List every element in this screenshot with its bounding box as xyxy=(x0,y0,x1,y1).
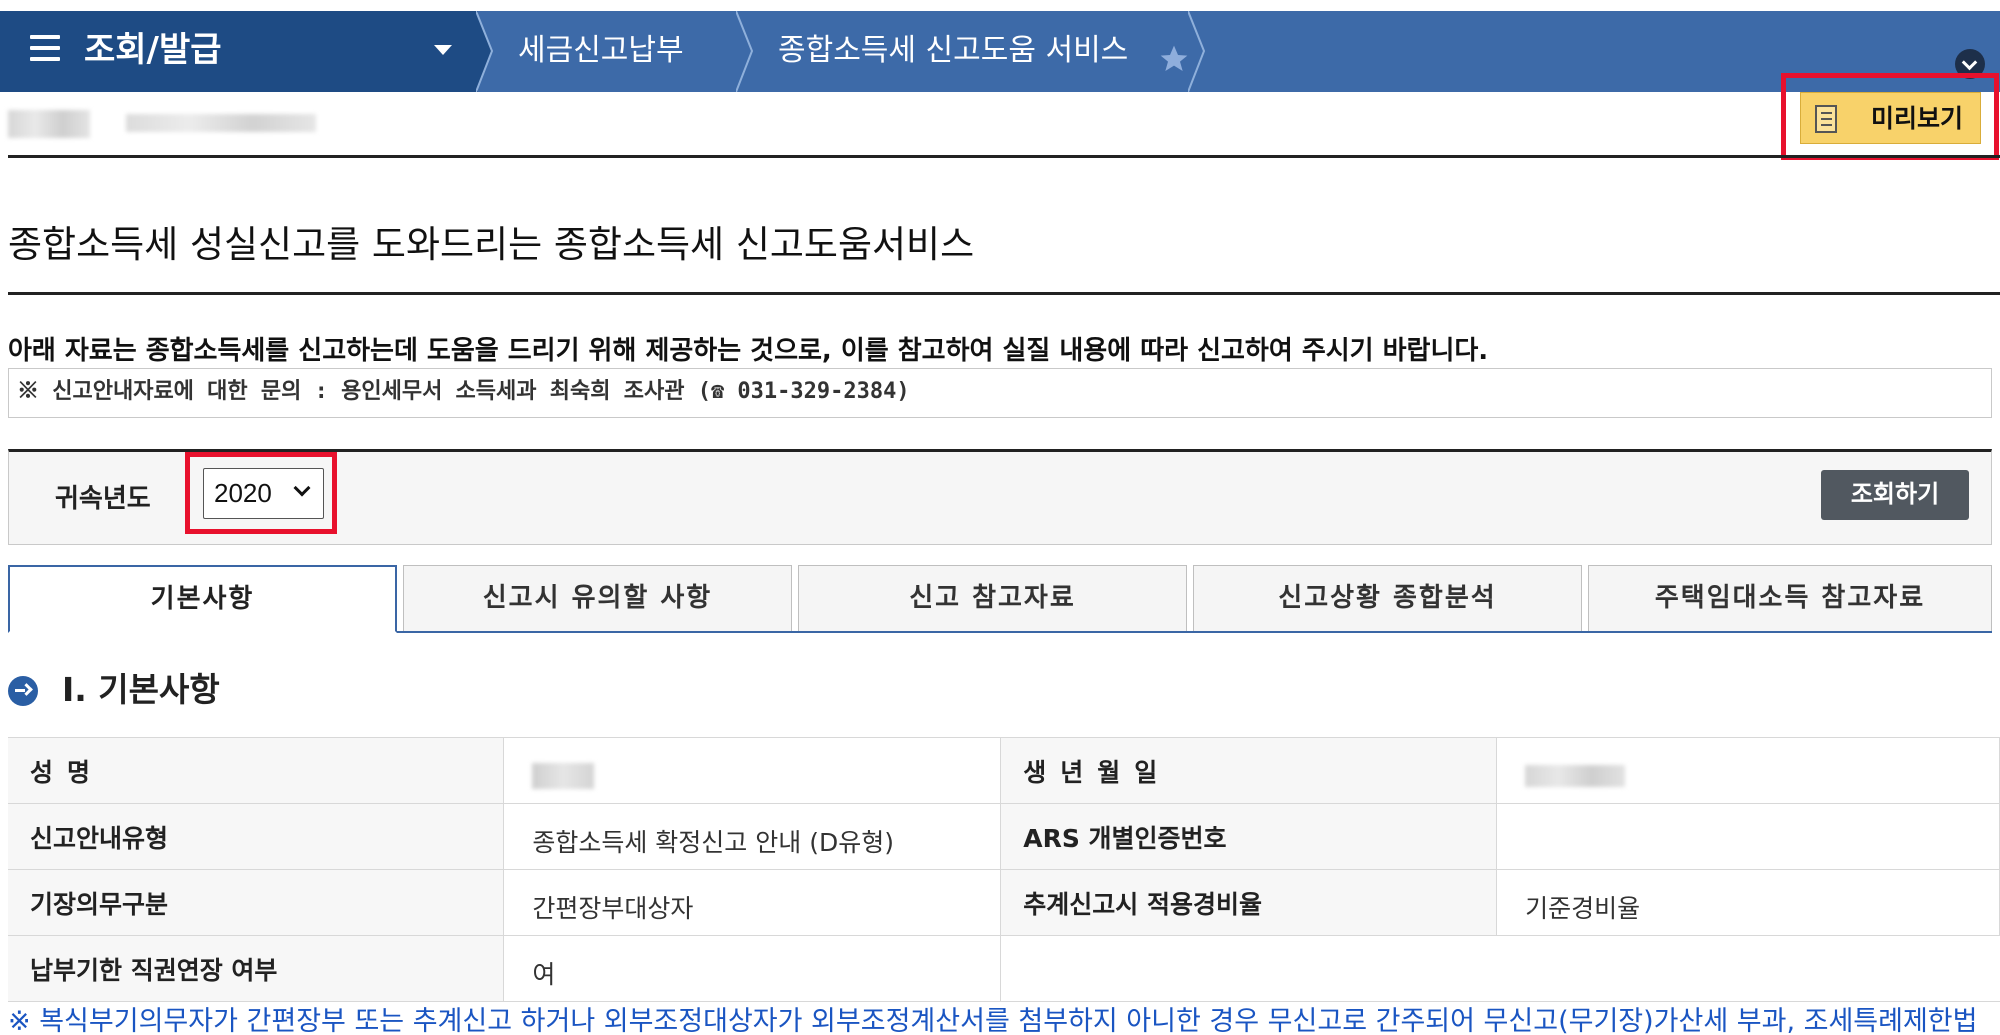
year-select-value: 2020 xyxy=(214,478,272,508)
breadcrumb-tax-filing[interactable]: 세금신고납부 xyxy=(518,29,684,73)
redacted-user-info xyxy=(8,110,90,138)
preview-button[interactable]: 미리보기 xyxy=(1800,92,1981,144)
section-title: Ⅰ. 기본사항 xyxy=(62,670,220,709)
document-icon xyxy=(1815,105,1837,133)
footnote-text: ※ 복식부기의무자가 간편장부 또는 추계신고 하거나 외부조정대상자가 외부조… xyxy=(8,1006,1978,1035)
empty-cell xyxy=(1496,935,2000,1002)
value-bookkeeping-type: 간편장부대상자 xyxy=(503,869,1002,936)
tab-filing-precautions[interactable]: 신고시 유의할 사항 xyxy=(403,565,792,631)
breadcrumb-separator xyxy=(736,11,766,92)
top-navigation-bar: 조회/발급 세금신고납부 종합소득세 신고도움 서비스 xyxy=(0,11,2000,92)
menu-dropdown[interactable]: 조회/발급 xyxy=(0,11,478,92)
tab-basic-info[interactable]: 기본사항 xyxy=(8,565,397,633)
caret-down-icon[interactable] xyxy=(434,45,452,55)
hamburger-icon[interactable] xyxy=(30,35,60,65)
label-birthdate: 생년월일 xyxy=(1000,737,1497,804)
menu-title[interactable]: 조회/발급 xyxy=(84,27,222,73)
year-filter-label: 귀속년도 xyxy=(55,484,151,514)
label-deadline-extension: 납부기한 직권연장 여부 xyxy=(8,935,504,1002)
chevron-down-icon xyxy=(293,479,311,497)
redacted-birthdate xyxy=(1525,765,1626,787)
inquiry-box: ※ 신고안내자료에 대한 문의 : 용인세무서 소득세과 최숙희 조사관 (☎ … xyxy=(8,368,1992,418)
breadcrumb-service[interactable]: 종합소득세 신고도움 서비스 xyxy=(778,29,1128,73)
star-icon[interactable] xyxy=(1158,43,1190,75)
table-row: 기장의무구분 간편장부대상자 추계신고시 적용경비율 기준경비율 xyxy=(8,869,2000,936)
redacted-name xyxy=(532,763,595,789)
breadcrumb-separator xyxy=(1188,11,1218,92)
table-row: 성명 생년월일 xyxy=(8,737,2000,804)
value-ars-number xyxy=(1496,803,2000,870)
tab-bar: 기본사항 신고시 유의할 사항 신고 참고자료 신고상황 종합분석 주택임대소득… xyxy=(8,565,1992,633)
arrow-circle-icon xyxy=(8,676,38,706)
tab-housing-rental-reference[interactable]: 주택임대소득 참고자료 xyxy=(1588,565,1992,631)
basic-info-table: 성명 생년월일 신고안내유형 종합소득세 확정신고 안내 (D유형) ARS 개… xyxy=(8,737,2000,1002)
table-row: 납부기한 직권연장 여부 여 xyxy=(8,935,2000,1002)
empty-cell xyxy=(1000,935,1497,1002)
page-title: 종합소득세 성실신고를 도와드리는 종합소득세 신고도움서비스 xyxy=(8,223,975,266)
table-row: 신고안내유형 종합소득세 확정신고 안내 (D유형) ARS 개별인증번호 xyxy=(8,803,2000,870)
label-bookkeeping-type: 기장의무구분 xyxy=(8,869,504,936)
preview-button-label: 미리보기 xyxy=(1871,104,1964,133)
value-expense-rate: 기준경비율 xyxy=(1496,869,2000,936)
label-ars-number: ARS 개별인증번호 xyxy=(1000,803,1497,870)
redacted-user-info xyxy=(126,114,316,132)
tab-filing-reference[interactable]: 신고 참고자료 xyxy=(798,565,1187,631)
breadcrumb-separator xyxy=(476,11,506,92)
value-name xyxy=(503,737,1002,804)
label-name: 성명 xyxy=(8,737,504,804)
divider xyxy=(8,155,2000,158)
year-select[interactable]: 2020 xyxy=(203,468,324,519)
divider xyxy=(8,292,2000,295)
value-notice-type: 종합소득세 확정신고 안내 (D유형) xyxy=(503,803,1002,870)
search-button[interactable]: 조회하기 xyxy=(1821,470,1969,520)
inquiry-text: ※ 신고안내자료에 대한 문의 : 용인세무서 소득세과 최숙희 조사관 (☎ … xyxy=(17,379,910,404)
value-deadline-extension: 여 xyxy=(503,935,1002,1002)
notice-text: 아래 자료는 종합소득세를 신고하는데 도움을 드리기 위해 제공하는 것으로,… xyxy=(8,336,1489,366)
tab-filing-analysis[interactable]: 신고상황 종합분석 xyxy=(1193,565,1582,631)
label-expense-rate: 추계신고시 적용경비율 xyxy=(1000,869,1497,936)
value-birthdate xyxy=(1496,737,2000,804)
label-notice-type: 신고안내유형 xyxy=(8,803,504,870)
